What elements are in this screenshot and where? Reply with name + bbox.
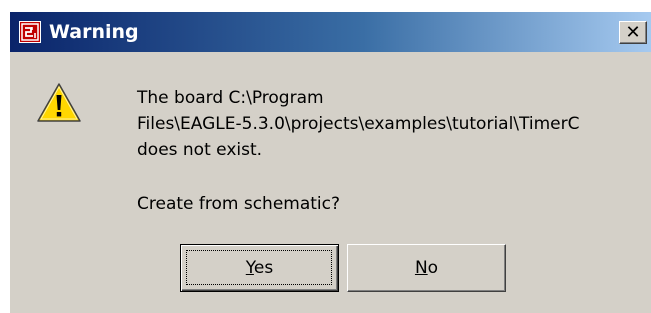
- message-line-2: Files\EAGLE-5.3.0\projects\examples\tuto…: [137, 114, 580, 134]
- window-title: Warning: [49, 21, 139, 43]
- yes-button[interactable]: Yes: [180, 244, 339, 292]
- warning-dialog: Warning ✕ The board C:\Program Files\EAG…: [9, 11, 651, 313]
- yes-label-rest: es: [253, 258, 274, 278]
- no-accelerator: N: [414, 258, 428, 278]
- no-button-label: No: [415, 258, 438, 278]
- eagle-app-icon: [19, 21, 41, 43]
- message-line-1: The board C:\Program: [137, 88, 324, 108]
- warning-icon: [37, 83, 81, 122]
- no-label-rest: o: [427, 258, 439, 278]
- title-bar[interactable]: Warning ✕: [10, 12, 651, 52]
- yes-accelerator: Y: [245, 258, 254, 278]
- close-button[interactable]: ✕: [619, 21, 647, 44]
- question-text: Create from schematic?: [137, 194, 341, 214]
- yes-button-label: Yes: [246, 258, 273, 278]
- message-line-3: does not exist.: [137, 140, 263, 160]
- close-icon: ✕: [625, 21, 641, 43]
- no-button[interactable]: No: [347, 244, 506, 292]
- message-line-2-clip: Files\EAGLE-5.3.0\projects\examples\tuto…: [137, 112, 651, 138]
